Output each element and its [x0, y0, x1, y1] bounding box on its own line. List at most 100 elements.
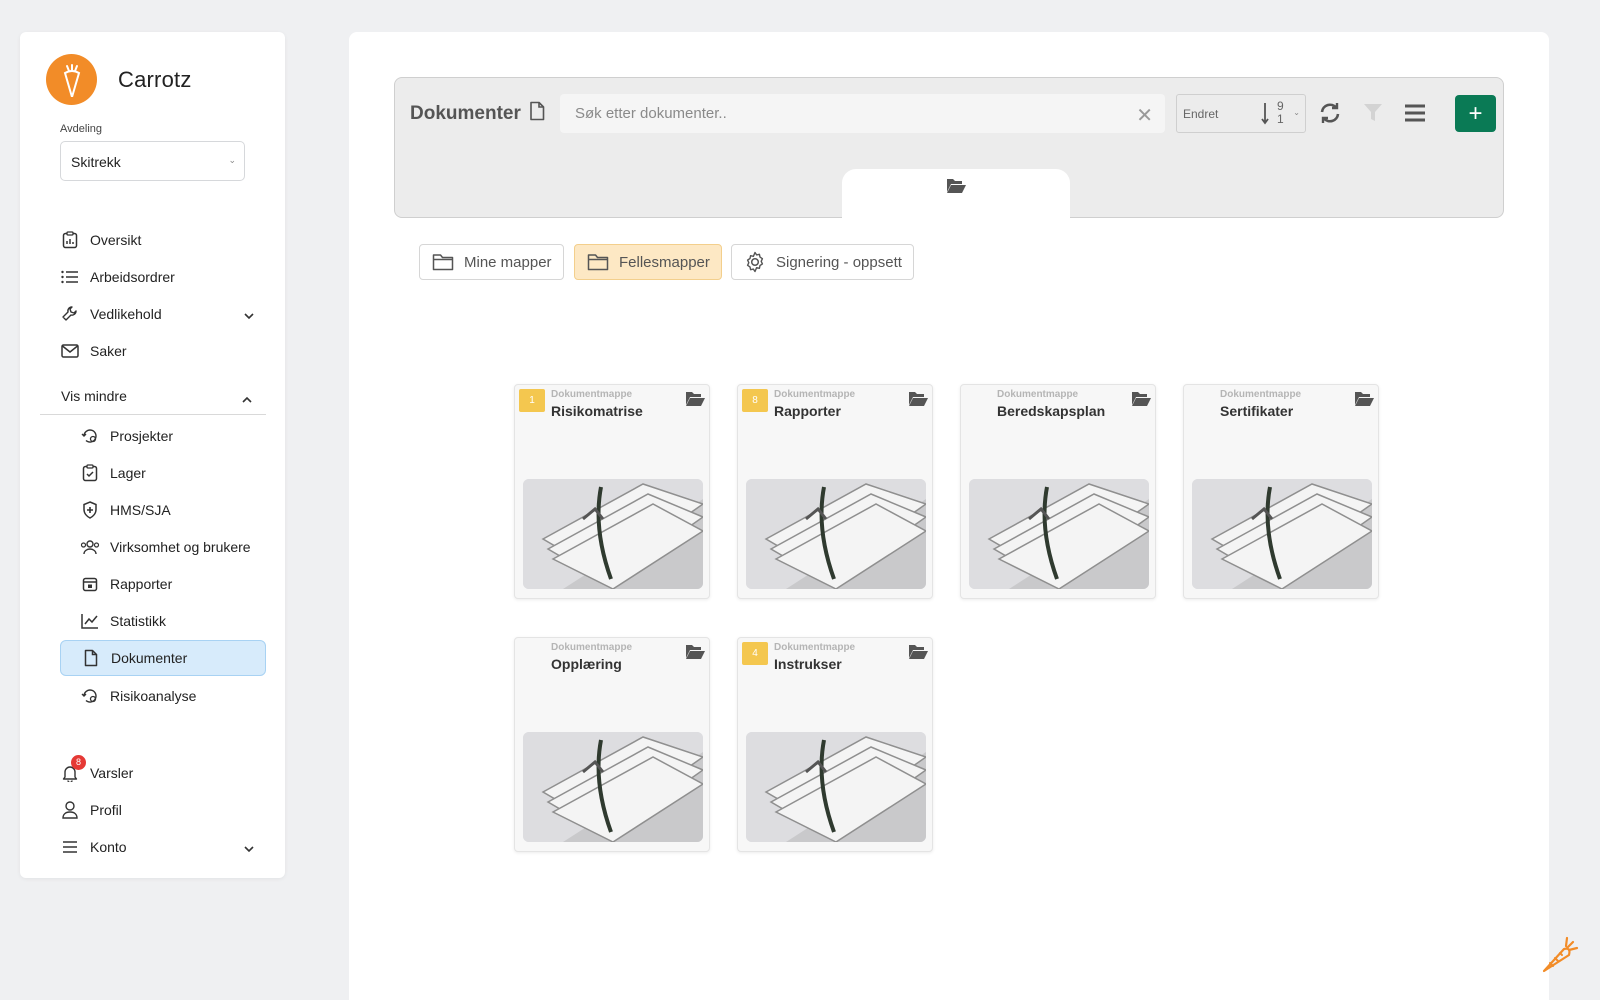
folder-name: Instrukser: [774, 656, 842, 672]
sidebar-item-statistikk[interactable]: Statistikk: [60, 603, 266, 639]
nav-item-label: Konto: [90, 839, 127, 855]
sidebar-item-label: HMS/SJA: [110, 502, 171, 518]
sort-label: Endret: [1183, 107, 1219, 121]
sidebar-item-label: Rapporter: [110, 576, 173, 592]
folder-thumbnail-image: [746, 732, 926, 842]
sidebar-item-virksomhet[interactable]: Virksomhet og brukere: [60, 529, 266, 565]
folder-open-icon: [908, 390, 928, 412]
nav-item-label: Vedlikehold: [90, 306, 162, 322]
refresh-icon[interactable]: [1317, 100, 1343, 126]
page-title: Dokumenter: [410, 101, 545, 127]
sidebar-item-label: Statistikk: [110, 613, 167, 629]
folder-name: Rapporter: [774, 403, 841, 419]
file-icon: [81, 648, 101, 668]
chevron-down-icon: [244, 307, 254, 323]
line-chart-icon: [80, 611, 100, 631]
folder-open-icon: [908, 643, 928, 665]
sidebar-item-label: Risikoanalyse: [110, 688, 197, 704]
folder-card[interactable]: Dokumentmappe Opplæring: [514, 637, 710, 852]
user-icon: [60, 800, 80, 820]
clear-search-icon[interactable]: ✕: [1136, 103, 1153, 128]
sidebar-item-dokumenter[interactable]: Dokumenter: [60, 640, 266, 676]
folder-card[interactable]: 1 Dokumentmappe Risikomatrise: [514, 384, 710, 599]
nav-item-vedlikehold[interactable]: Vedlikehold: [60, 296, 266, 332]
sidebar: Carrotz Avdeling Skitrekk ⌄ Oversikt Arb…: [20, 32, 285, 878]
tab-fellesmapper[interactable]: Fellesmapper: [574, 244, 722, 280]
search-input[interactable]: [560, 94, 1165, 133]
folder-card[interactable]: Dokumentmappe Beredskapsplan: [960, 384, 1156, 599]
sort-bottom-digit: 1: [1277, 112, 1284, 126]
folder-name: Sertifikater: [1220, 403, 1294, 419]
tab-label: Mine mapper: [464, 253, 552, 271]
show-less-toggle[interactable]: Vis mindre: [40, 378, 266, 415]
folder-open-icon: [1131, 390, 1151, 412]
calendar-box-icon: [80, 574, 100, 594]
folder-count-badge: 1: [519, 389, 545, 412]
nav-item-label: Varsler: [90, 765, 134, 781]
envelope-icon: [60, 341, 80, 361]
chevron-down-icon: ⌄: [1293, 108, 1300, 117]
tab-mine-mapper[interactable]: Mine mapper: [419, 244, 564, 280]
folder-thumbnail-image: [523, 732, 703, 842]
sidebar-item-label: Lager: [110, 465, 146, 481]
sidebar-item-label: Prosjekter: [110, 428, 174, 444]
users-icon: [80, 537, 100, 557]
brand[interactable]: Carrotz: [46, 54, 192, 105]
search-box: ✕: [560, 94, 1165, 133]
sidebar-item-label: Dokumenter: [111, 650, 188, 666]
folder-view-tab[interactable]: [842, 169, 1070, 219]
history-gear-icon: [80, 686, 100, 706]
sidebar-item-lager[interactable]: Lager: [60, 455, 266, 491]
folder-kind-label: Dokumentmappe: [774, 642, 856, 653]
folder-thumbnail-image: [1192, 479, 1372, 589]
shield-icon: [80, 500, 100, 520]
chevron-up-icon: [242, 390, 252, 406]
tab-label: Signering - oppsett: [776, 253, 902, 271]
menu-icon: [60, 837, 80, 857]
nav-item-profil[interactable]: Profil: [60, 792, 266, 828]
notification-badge: 8: [71, 755, 86, 770]
folder-thumbnail-image: [746, 479, 926, 589]
folder-open-icon: [685, 643, 705, 665]
gear-icon: [744, 251, 766, 273]
folder-kind-label: Dokumentmappe: [774, 389, 856, 400]
sidebar-item-prosjekter[interactable]: Prosjekter: [60, 418, 266, 454]
folder-icon: [432, 253, 454, 271]
nav-item-saker[interactable]: Saker: [60, 333, 266, 369]
sidebar-item-label: Virksomhet og brukere: [110, 539, 251, 555]
folder-kind-label: Dokumentmappe: [551, 642, 633, 653]
filter-icon[interactable]: [1360, 100, 1386, 126]
nav-item-label: Arbeidsordrer: [90, 269, 175, 285]
history-gear-icon: [80, 426, 100, 446]
department-value: Skitrekk: [71, 154, 121, 170]
folder-card[interactable]: 4 Dokumentmappe Instrukser: [737, 637, 933, 852]
sort-select[interactable]: Endret 9 1 ⌄: [1176, 94, 1306, 133]
nav-item-konto[interactable]: Konto: [60, 829, 266, 865]
sidebar-item-rapporter[interactable]: Rapporter: [60, 566, 266, 602]
nav-item-varsler[interactable]: 8 Varsler: [60, 755, 266, 791]
wrench-icon: [60, 304, 80, 324]
folder-name: Beredskapsplan: [997, 403, 1106, 419]
folder-count-badge: 4: [742, 642, 768, 665]
nav-item-arbeidsordrer[interactable]: Arbeidsordrer: [60, 259, 266, 295]
department-select[interactable]: Skitrekk ⌄: [60, 141, 245, 181]
folder-kind-label: Dokumentmappe: [551, 389, 633, 400]
folder-card[interactable]: Dokumentmappe Sertifikater: [1183, 384, 1379, 599]
nav-item-oversikt[interactable]: Oversikt: [60, 222, 266, 258]
bell-icon: 8: [60, 755, 86, 783]
nav-item-label: Oversikt: [90, 232, 142, 248]
folder-card[interactable]: 8 Dokumentmappe Rapporter: [737, 384, 933, 599]
list-icon: [60, 267, 80, 287]
page-title-text: Dokumenter: [410, 103, 521, 124]
sidebar-item-hms-sja[interactable]: HMS/SJA: [60, 492, 266, 528]
add-document-button[interactable]: +: [1455, 95, 1496, 132]
sidebar-item-risikoanalyse[interactable]: Risikoanalyse: [60, 678, 266, 714]
carrot-icon: [1538, 933, 1582, 982]
clipboard-check-icon: [80, 463, 100, 483]
chevron-down-icon: ⌄: [228, 155, 236, 165]
tab-signering-oppsett[interactable]: Signering - oppsett: [731, 244, 914, 280]
tab-label: Fellesmapper: [619, 253, 710, 271]
menu-icon[interactable]: [1402, 100, 1428, 126]
brand-name: Carrotz: [118, 66, 192, 92]
folder-kind-label: Dokumentmappe: [1220, 389, 1302, 400]
